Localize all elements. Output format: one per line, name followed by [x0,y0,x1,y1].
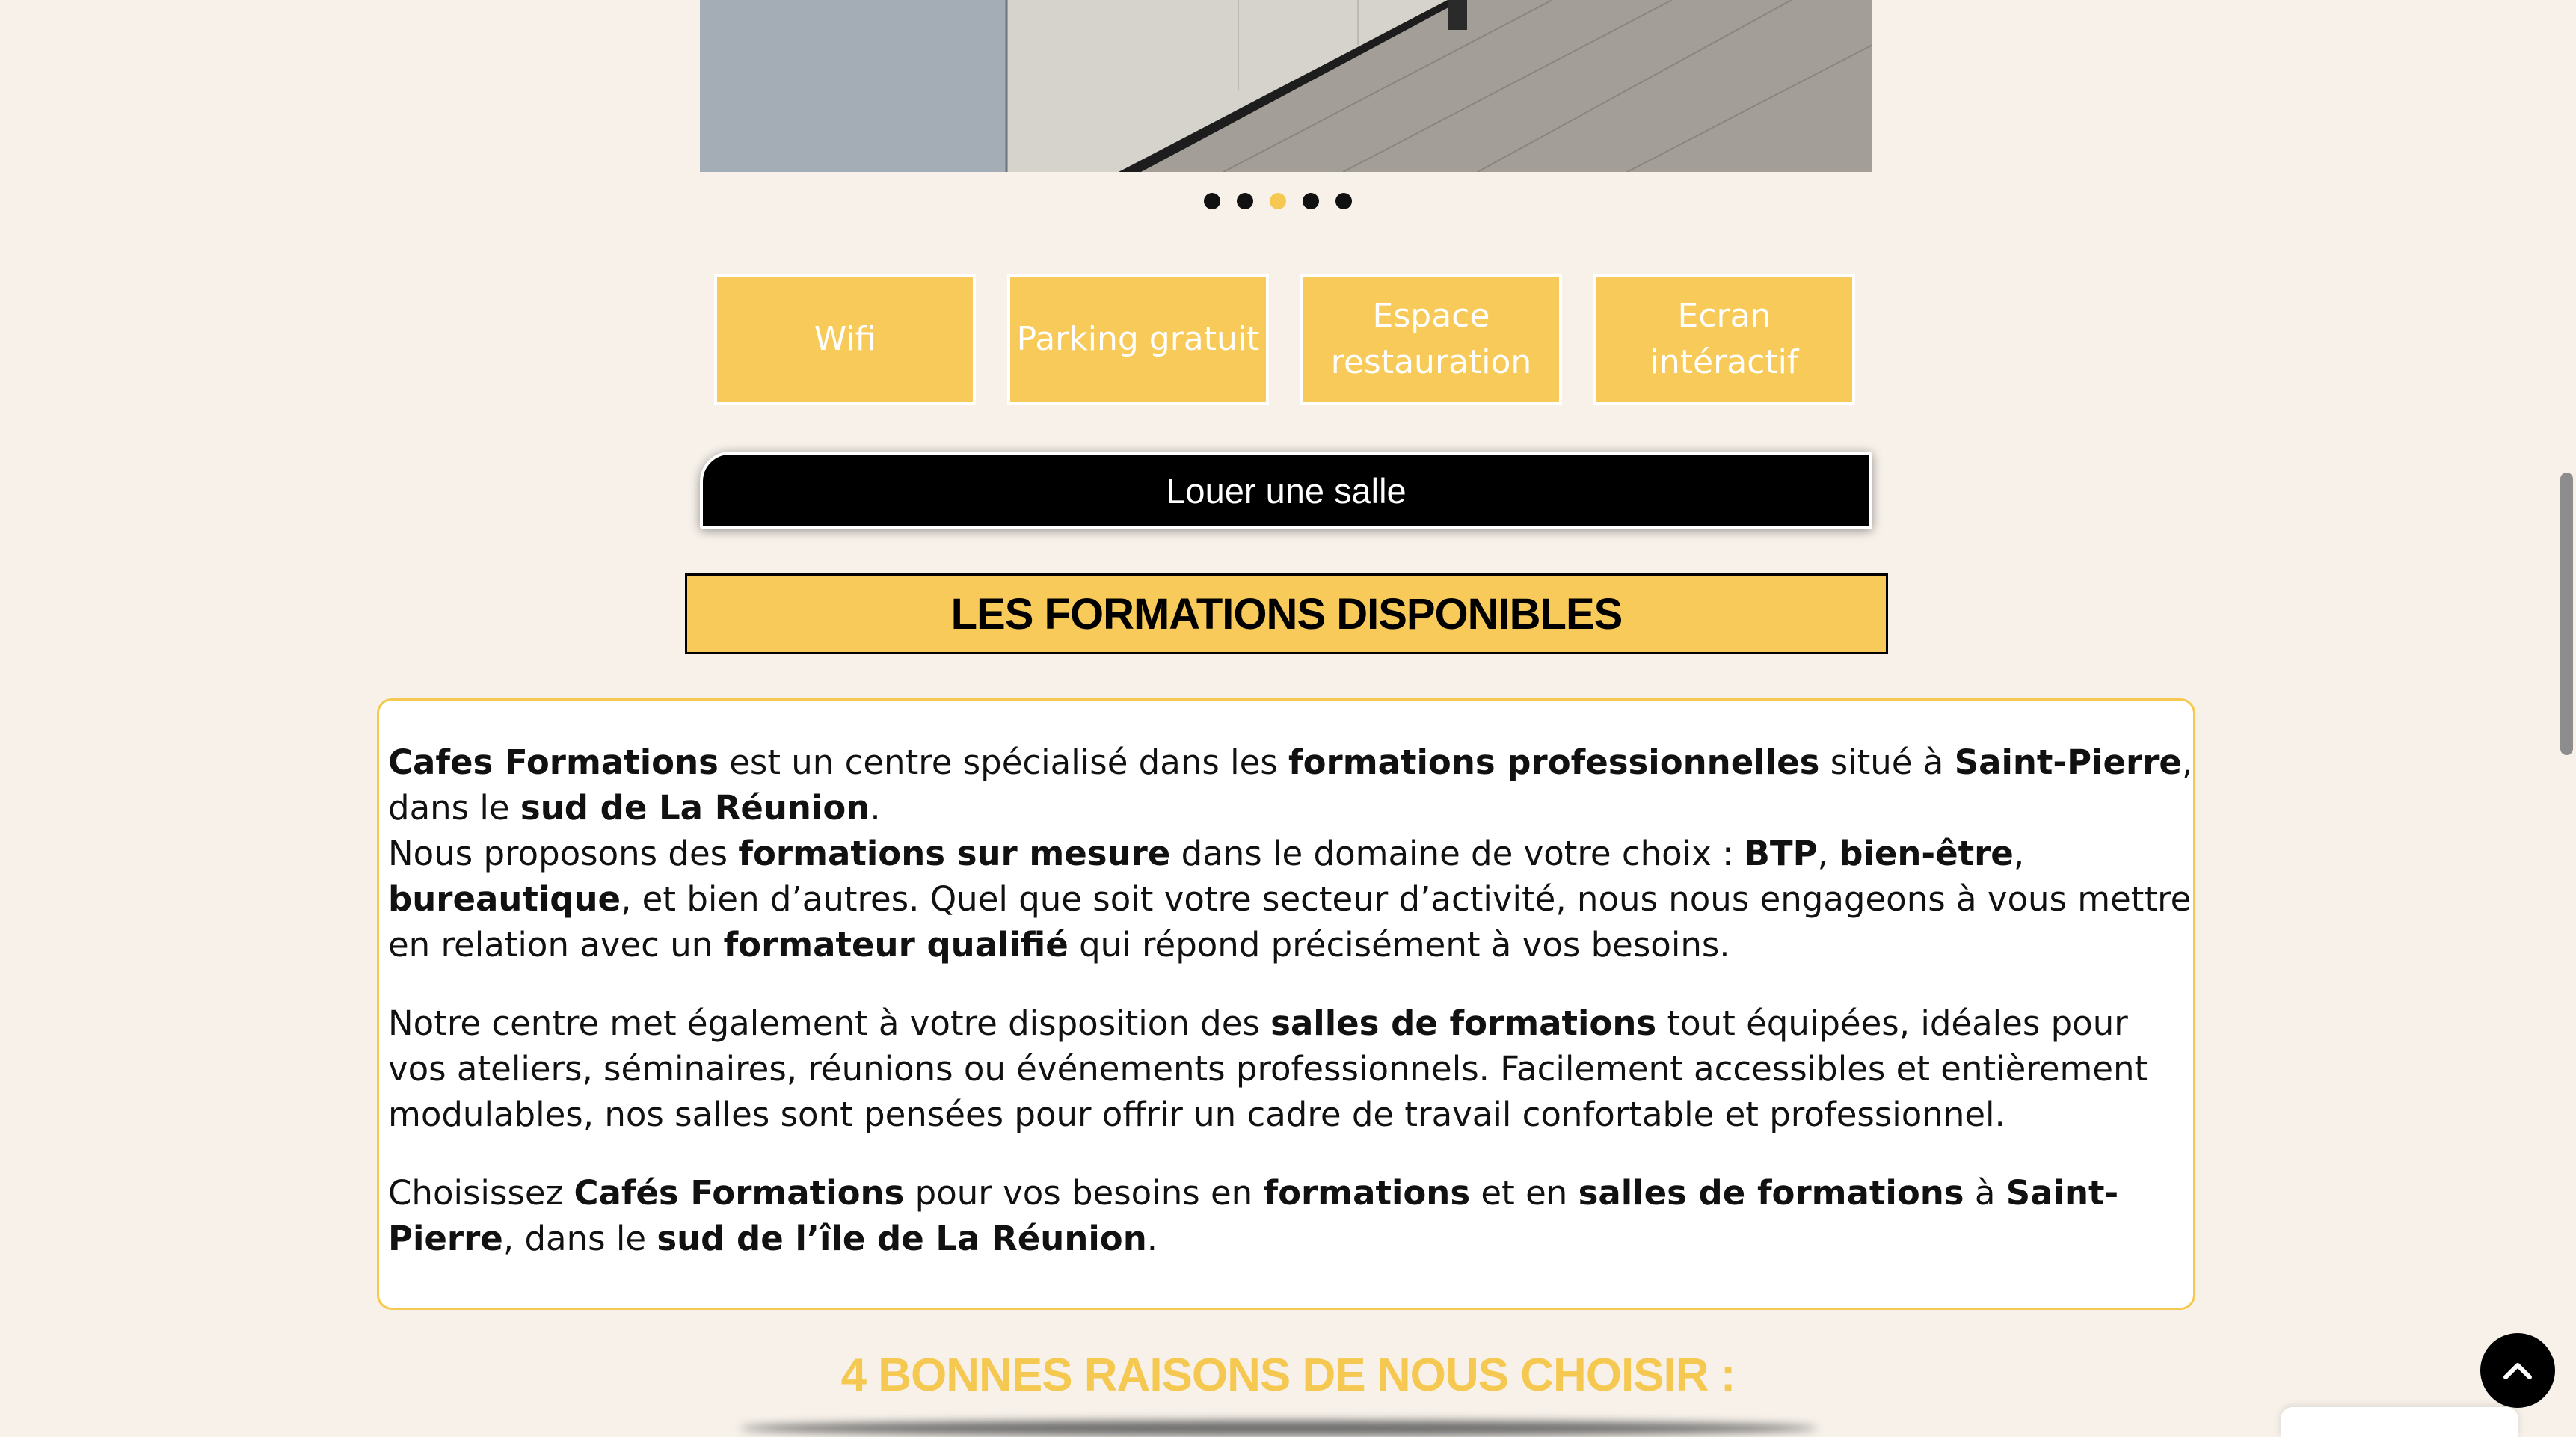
feature-ecran: Ecran intéractif [1593,274,1855,405]
intro-text-box: Cafes Formations est un centre spécialis… [377,698,2195,1310]
bold-text: formations [1263,1173,1471,1213]
back-to-top-button[interactable] [2480,1333,2555,1408]
carousel-dot[interactable] [1303,193,1319,209]
bold-text: Saint-Pierre [1954,742,2182,782]
section-title: LES FORMATIONS DISPONIBLES [685,573,1888,654]
chevron-up-icon [2503,1363,2532,1379]
text-run: est un centre spécialisé dans les [718,742,1289,782]
bold-text: formations sur mesure [738,834,1171,873]
bold-text: bureautique [388,879,621,919]
feature-label: Ecran intéractif [1650,297,1799,381]
bold-text: formations professionnelles [1288,742,1820,782]
intro-paragraph-2: Notre centre met également à votre dispo… [388,1000,2193,1137]
feature-restauration: Espace restauration [1300,274,1562,405]
carousel-image [700,0,1872,172]
reasons-title: 4 BONNES RAISONS DE NOUS CHOISIR : [840,1350,1736,1401]
carousel-pagination [1204,193,1373,209]
bold-text: formateur qualifié [723,925,1069,964]
text-run: , dans le [502,1219,657,1258]
text-run: , [1817,834,1839,873]
feature-label: Espace restauration [1330,297,1532,381]
carousel-dot[interactable] [1237,193,1253,209]
text-run: et en [1470,1173,1579,1213]
feature-wifi: Wifi [714,274,976,405]
section-title-text: LES FORMATIONS DISPONIBLES [950,589,1623,639]
chat-widget[interactable] [2281,1407,2518,1437]
text-run: Choisissez [388,1173,574,1213]
text-run: Notre centre met également à votre dispo… [388,1003,1271,1043]
text-run: . [1146,1219,1158,1258]
text-run: à [1964,1173,2006,1213]
text-run: dans le domaine de votre choix : [1170,834,1745,873]
rent-room-label: Louer une salle [1166,470,1407,511]
text-run: qui répond précisément à vos besoins. [1068,925,1730,964]
bold-text: BTP [1744,834,1818,873]
feature-label: Wifi [814,320,876,358]
next-section-shadow [740,1421,1817,1436]
feature-label: Parking gratuit [1016,320,1260,358]
bold-text: salles de formations [1578,1173,1964,1213]
text-run: pour vos besoins en [904,1173,1264,1213]
feature-parking: Parking gratuit [1007,274,1269,405]
bold-text: sud de La Réunion [520,788,870,828]
text-run: Nous proposons des [388,834,739,873]
intro-paragraph-1: Cafes Formations est un centre spécialis… [388,739,2193,967]
carousel-dot[interactable] [1335,193,1352,209]
bold-text: Cafes Formations [388,742,719,782]
bold-text: bien-être [1839,834,2014,873]
text-run: , [2013,834,2025,873]
intro-paragraph-3: Choisissez Cafés Formations pour vos bes… [388,1170,2193,1261]
text-run: situé à [1819,742,1955,782]
bold-text: Cafés Formations [574,1173,905,1213]
carousel-dot[interactable] [1204,193,1220,209]
scrollbar-thumb[interactable] [2560,473,2573,755]
rent-room-button[interactable]: Louer une salle [700,452,1872,529]
bold-text: salles de formations [1270,1003,1657,1043]
bold-text: sud de l’île de La Réunion [657,1219,1147,1258]
text-run: . [870,788,881,828]
carousel-dot[interactable] [1270,193,1286,209]
